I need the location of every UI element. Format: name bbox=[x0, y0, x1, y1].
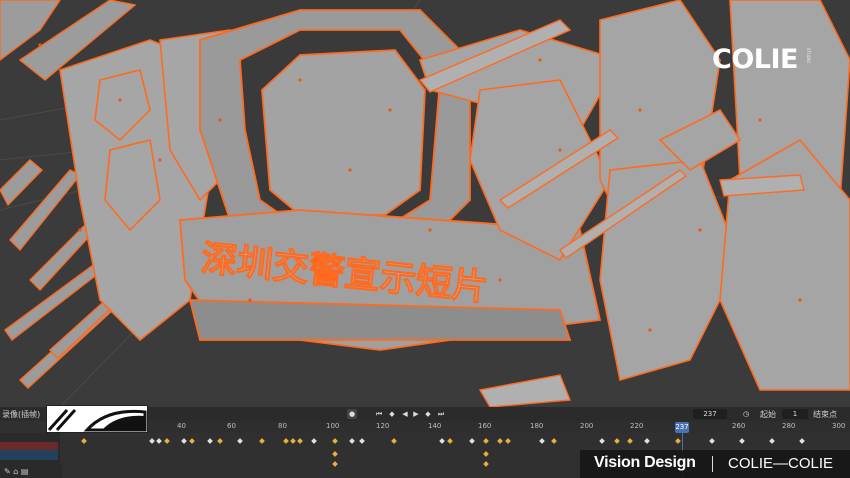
keyframe[interactable] bbox=[332, 438, 338, 444]
caption-title: Vision Design bbox=[594, 454, 696, 471]
track-tools[interactable]: ✎ ⌂ ▤ bbox=[0, 465, 62, 478]
keyframe[interactable] bbox=[469, 438, 475, 444]
start-label: 起始 bbox=[760, 410, 776, 419]
keyframe[interactable] bbox=[497, 438, 503, 444]
keyframe[interactable] bbox=[283, 438, 289, 444]
prev-keyframe-icon[interactable]: ◆ bbox=[387, 409, 397, 419]
keyframe[interactable] bbox=[391, 438, 397, 444]
keyframe[interactable] bbox=[332, 461, 338, 467]
play-icon[interactable]: ▶ bbox=[411, 409, 421, 419]
keyframe[interactable] bbox=[483, 461, 489, 467]
tick-label: 300 bbox=[832, 422, 846, 430]
keyframe[interactable] bbox=[539, 438, 545, 444]
caption-divider bbox=[712, 456, 713, 472]
keyframe[interactable] bbox=[181, 438, 187, 444]
keyframe[interactable] bbox=[739, 438, 745, 444]
keyframe[interactable] bbox=[189, 438, 195, 444]
3d-viewport[interactable]: 深圳交警宣示短片 COLIE STUDIO bbox=[0, 0, 850, 407]
keyframe[interactable] bbox=[332, 451, 338, 457]
keyframe[interactable] bbox=[311, 438, 317, 444]
keyframe[interactable] bbox=[164, 438, 170, 444]
record-button[interactable]: ● bbox=[347, 409, 357, 419]
end-label: 结束点 bbox=[813, 410, 837, 419]
video-caption-bar: Vision Design COLIE—COLIE bbox=[580, 450, 850, 478]
keyframe[interactable] bbox=[505, 438, 511, 444]
keyframe[interactable] bbox=[599, 438, 605, 444]
keyframe[interactable] bbox=[614, 438, 620, 444]
tick-label: 160 bbox=[478, 422, 492, 430]
frame-ruler[interactable]: 40 60 80 100 120 140 160 180 200 220 260… bbox=[60, 421, 850, 433]
logo-subtext: STUDIO bbox=[806, 48, 811, 64]
keyframe[interactable] bbox=[709, 438, 715, 444]
keyframe[interactable] bbox=[483, 438, 489, 444]
tick-label: 180 bbox=[530, 422, 544, 430]
colie-logo: COLIE bbox=[712, 44, 798, 75]
keyframe[interactable] bbox=[156, 438, 162, 444]
tick-label: 220 bbox=[630, 422, 644, 430]
keyframe[interactable] bbox=[290, 438, 296, 444]
start-frame-field[interactable]: 1 bbox=[782, 409, 808, 419]
timeline-mode-label[interactable]: 录像(插帧) bbox=[2, 409, 40, 420]
jump-end-icon[interactable]: ⏭ bbox=[436, 409, 446, 419]
keyframe[interactable] bbox=[799, 438, 805, 444]
keyframe[interactable] bbox=[675, 438, 681, 444]
keyframe[interactable] bbox=[259, 438, 265, 444]
playhead-frame-indicator[interactable]: 237 bbox=[675, 422, 689, 433]
keyframe[interactable] bbox=[81, 438, 87, 444]
keyframe[interactable] bbox=[447, 438, 453, 444]
preview-thumbnail bbox=[46, 405, 148, 433]
current-frame-field[interactable]: 237 bbox=[693, 409, 727, 419]
keyframe[interactable] bbox=[349, 438, 355, 444]
keyframe[interactable] bbox=[644, 438, 650, 444]
clock-icon[interactable]: ◷ bbox=[741, 409, 751, 419]
tick-label: 60 bbox=[227, 422, 236, 430]
keyframe[interactable] bbox=[551, 438, 557, 444]
tick-label: 140 bbox=[428, 422, 442, 430]
keyframe[interactable] bbox=[207, 438, 213, 444]
tick-label: 40 bbox=[177, 422, 186, 430]
keyframe[interactable] bbox=[627, 438, 633, 444]
tick-label: 260 bbox=[732, 422, 746, 430]
keyframe[interactable] bbox=[769, 438, 775, 444]
selected-track[interactable] bbox=[0, 450, 58, 460]
keyframe[interactable] bbox=[149, 438, 155, 444]
caption-subtitle: COLIE—COLIE bbox=[728, 455, 834, 472]
tick-label: 120 bbox=[376, 422, 390, 430]
keyframe[interactable] bbox=[483, 451, 489, 457]
keyframe[interactable] bbox=[217, 438, 223, 444]
play-reverse-icon[interactable]: ◀ bbox=[400, 409, 410, 419]
keyframe[interactable] bbox=[237, 438, 243, 444]
next-keyframe-icon[interactable]: ◆ bbox=[423, 409, 433, 419]
keyframe[interactable] bbox=[297, 438, 303, 444]
keyframe[interactable] bbox=[359, 438, 365, 444]
tick-label: 200 bbox=[580, 422, 594, 430]
tick-label: 80 bbox=[278, 422, 287, 430]
tick-label: 280 bbox=[782, 422, 796, 430]
keyframe[interactable] bbox=[439, 438, 445, 444]
tick-label: 100 bbox=[326, 422, 340, 430]
jump-start-icon[interactable]: ⏮ bbox=[374, 409, 384, 419]
